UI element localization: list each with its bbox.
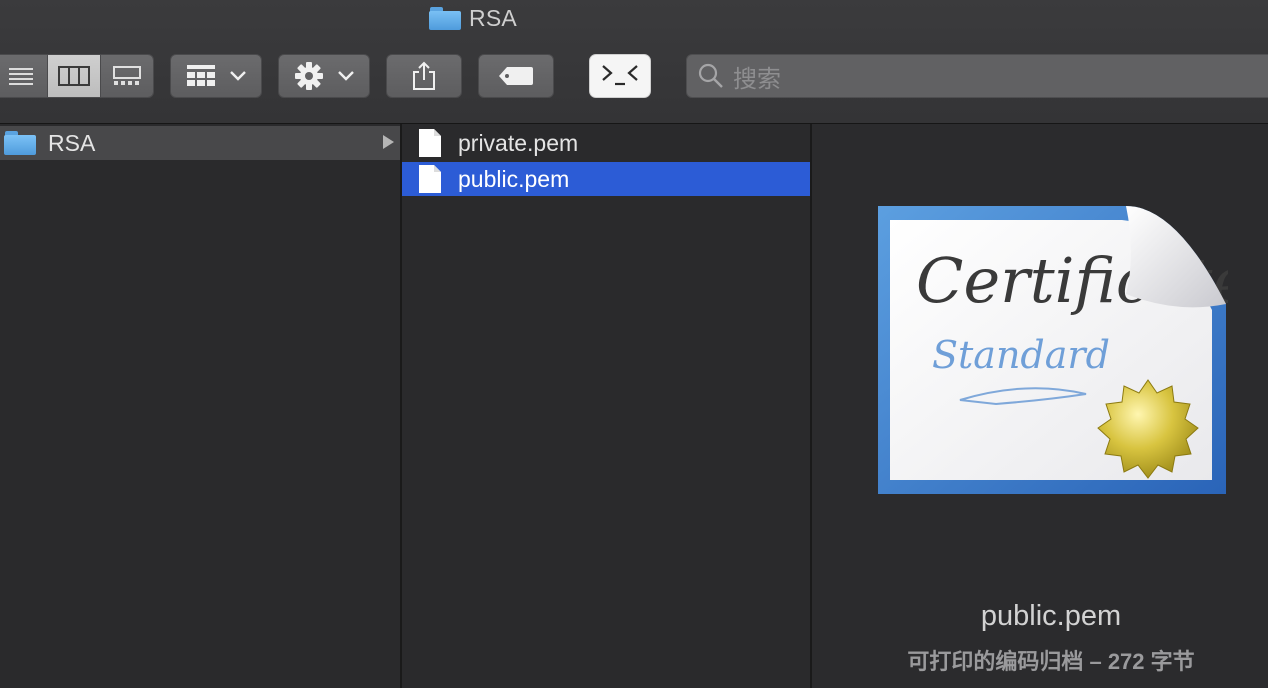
toolbar: RSA 搜索 (0, 0, 1268, 124)
preview-file-name: public.pem (980, 600, 1122, 632)
action-menu-button[interactable] (278, 54, 370, 98)
file-row-private-pem[interactable]: private.pem (402, 126, 810, 160)
file-name: private.pem (458, 129, 579, 156)
gallery-view-icon (113, 66, 141, 85)
certificate-icon[interactable]: Certificate Standard (876, 204, 1228, 496)
column-view-icon (58, 66, 90, 86)
terminal-icon (602, 65, 638, 86)
group-by-button[interactable] (170, 54, 262, 98)
document-icon (419, 129, 441, 157)
folder-name: RSA (48, 129, 96, 156)
list-view-button[interactable] (0, 55, 48, 97)
terminal-button[interactable] (589, 54, 651, 98)
preview-file-info: 可打印的编码归档 – 272 字节 (907, 649, 1195, 674)
share-button[interactable] (386, 54, 462, 98)
tag-icon (499, 67, 533, 85)
document-icon (419, 165, 441, 193)
preview-pane: Certificate Standard public.pem 可打印的编码归档… (812, 124, 1268, 688)
folder-icon (429, 6, 462, 30)
chevron-down-icon (338, 71, 354, 81)
tags-button[interactable] (478, 54, 554, 98)
search-icon (698, 63, 723, 88)
share-icon (413, 61, 435, 90)
window-title-text: RSA (469, 4, 517, 31)
gear-icon (295, 62, 323, 90)
view-mode-segmented-control (0, 54, 154, 98)
parent-column[interactable]: RSA (0, 124, 400, 688)
column-view-button[interactable] (48, 55, 101, 97)
gallery-view-button[interactable] (101, 55, 153, 97)
file-row-public-pem[interactable]: public.pem (402, 162, 810, 196)
chevron-down-icon (230, 71, 246, 81)
window-title: RSA (0, 4, 946, 32)
folder-row-rsa[interactable]: RSA (0, 126, 400, 160)
grid-icon (187, 65, 215, 86)
svg-text:Standard: Standard (932, 333, 1110, 377)
search-field[interactable]: 搜索 (686, 54, 1268, 98)
folder-icon (4, 131, 36, 155)
list-view-icon (9, 68, 33, 85)
files-column[interactable]: private.pem public.pem (402, 124, 810, 688)
disclosure-arrow-icon (383, 135, 394, 149)
search-placeholder: 搜索 (733, 65, 781, 93)
file-name: public.pem (458, 165, 570, 192)
